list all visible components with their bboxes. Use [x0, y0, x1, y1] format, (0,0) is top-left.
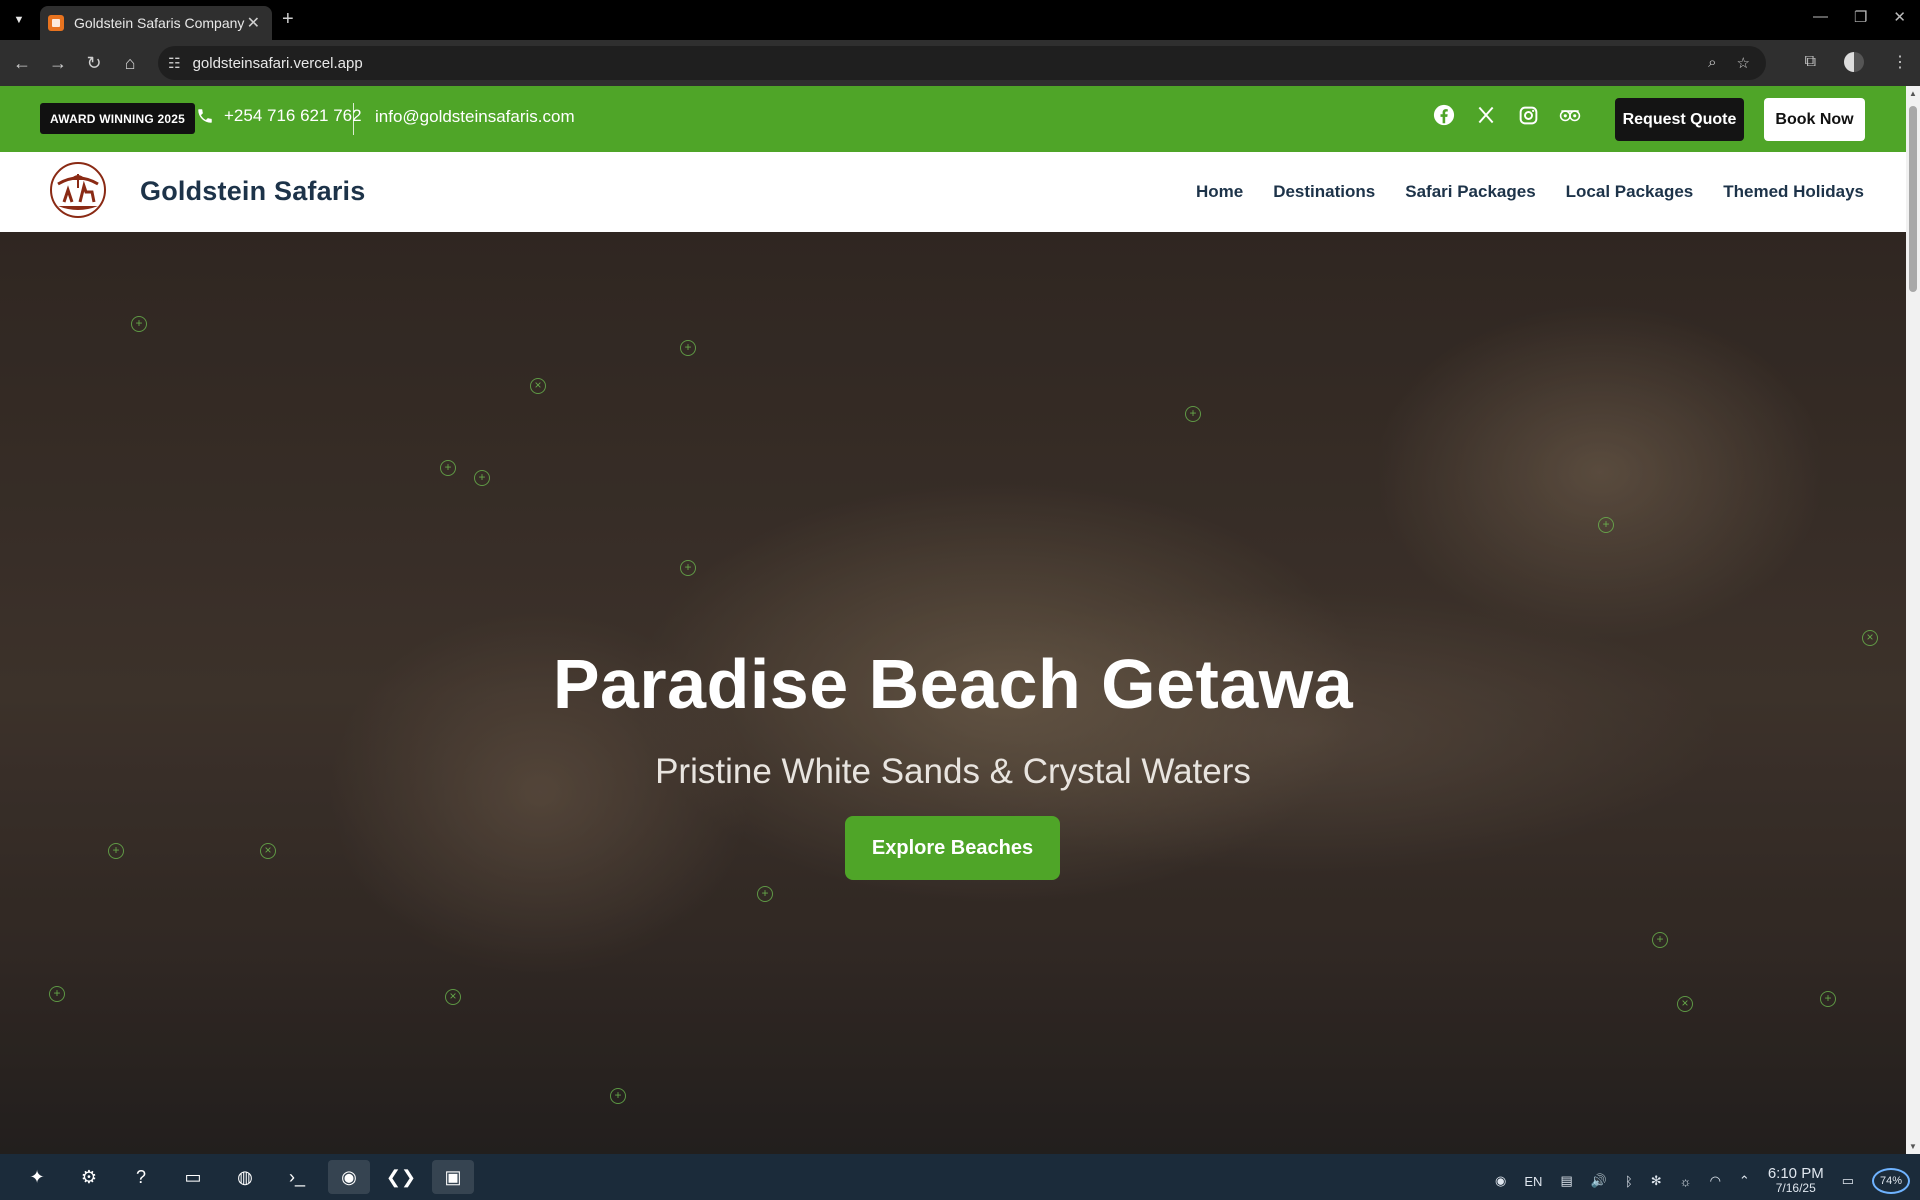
hero-subtitle: Pristine White Sands & Crystal Waters [655, 752, 1251, 791]
reload-icon[interactable]: ↻ [82, 51, 106, 75]
scroll-thumb[interactable] [1909, 106, 1917, 292]
facebook-icon[interactable] [1433, 104, 1455, 126]
sparkle-icon: + [610, 1088, 626, 1104]
terminal-app-icon[interactable]: ›_ [276, 1160, 318, 1194]
brand-logo[interactable] [50, 162, 106, 218]
page-scrollbar[interactable]: ▲ ▼ [1906, 86, 1920, 1154]
home-icon[interactable]: ⌂ [118, 51, 142, 75]
wifi-icon[interactable]: ◠ [1710, 1173, 1721, 1189]
system-tray: ◉ EN ▤ 🔊 ᛒ ✻ ☼ ◠ ⌃ 6:10 PM 7/16/25 ▭ 74% [1495, 1166, 1910, 1196]
files-app-icon[interactable]: ▭ [172, 1160, 214, 1194]
browser-tab-bar: ▼ Goldstein Safaris Company ✕ + — ❐ ✕ [0, 0, 1920, 40]
settings-tray-icon[interactable]: ✻ [1651, 1173, 1662, 1189]
tab-close-icon[interactable]: ✕ [247, 13, 260, 33]
chrome-tray-icon[interactable]: ◉ [1495, 1173, 1506, 1189]
phone-contact[interactable]: +254 716 621 762 [196, 106, 362, 126]
clock-date: 7/16/25 [1775, 1181, 1816, 1195]
zoom-icon[interactable]: ⌕ [1708, 54, 1716, 72]
instagram-icon[interactable] [1517, 104, 1539, 126]
address-bar[interactable]: ☷ goldsteinsafari.vercel.app ⌕ ☆ [158, 46, 1766, 80]
tripadvisor-icon[interactable] [1559, 104, 1581, 126]
sparkle-icon: + [131, 316, 147, 332]
sparkle-icon: + [1598, 517, 1614, 533]
tab-title: Goldstein Safaris Company [74, 15, 245, 31]
browser-toolbar: ← → ↻ ⌂ ☷ goldsteinsafari.vercel.app ⌕ ☆… [0, 40, 1920, 86]
top-info-bar: AWARD WINNING 2025 +254 716 621 762 info… [0, 86, 1906, 152]
help-app-icon[interactable]: ? [120, 1160, 162, 1194]
scroll-down-icon[interactable]: ▼ [1909, 1142, 1917, 1151]
request-quote-button[interactable]: Request Quote [1615, 98, 1744, 141]
os-taskbar: ✦ ⚙ ? ▭ ◍ ›_ ◉ ❮❯ ▣ ◉ EN ▤ 🔊 ᛒ ✻ ☼ ◠ ⌃ 6… [0, 1154, 1920, 1200]
safari-logo-icon [50, 162, 106, 218]
chrome-app-icon[interactable]: ◉ [328, 1160, 370, 1194]
extensions-icon[interactable]: ⧉ [1805, 53, 1816, 71]
nav-item-safari-packages[interactable]: Safari Packages [1405, 182, 1535, 202]
email-link[interactable]: info@goldsteinsafaris.com [375, 107, 575, 127]
scroll-up-icon[interactable]: ▲ [1909, 89, 1917, 98]
sparkle-icon: + [680, 560, 696, 576]
sparkle-icon: + [440, 460, 456, 476]
clock-time: 6:10 PM [1767, 1165, 1824, 1182]
sparkle-icon: × [445, 989, 461, 1005]
phone-number: +254 716 621 762 [224, 106, 362, 125]
bookmark-star-icon[interactable]: ☆ [1737, 54, 1750, 72]
window-close-icon[interactable]: ✕ [1893, 8, 1906, 26]
launcher-icon[interactable]: ✦ [16, 1160, 58, 1194]
sparkle-icon: + [1652, 932, 1668, 948]
clipboard-icon[interactable]: ▤ [1560, 1173, 1572, 1189]
hero-section: + + × + + + + + × + × + + + × × + + Para… [0, 232, 1906, 1154]
language-indicator[interactable]: EN [1524, 1174, 1542, 1189]
explore-beaches-button[interactable]: Explore Beaches [845, 816, 1060, 880]
back-icon[interactable]: ← [10, 51, 34, 75]
contact-divider [353, 103, 354, 135]
brightness-icon[interactable]: ☼ [1680, 1174, 1692, 1189]
brand-name[interactable]: Goldstein Safaris [140, 176, 365, 207]
nav-item-home[interactable]: Home [1196, 182, 1243, 202]
new-tab-icon[interactable]: + [282, 8, 294, 31]
battery-indicator[interactable]: 74% [1872, 1168, 1910, 1194]
sparkle-icon: × [1677, 996, 1693, 1012]
browser-menu-icon[interactable]: ⋮ [1892, 52, 1908, 72]
bluetooth-icon[interactable]: ᛒ [1625, 1174, 1633, 1189]
hero-title: Paradise Beach Getawa [552, 645, 1354, 723]
tab-search-icon[interactable]: ▼ [4, 8, 34, 32]
minimize-icon[interactable]: — [1813, 8, 1828, 26]
clock[interactable]: 6:10 PM 7/16/25 [1768, 1166, 1824, 1196]
main-navbar: Goldstein Safaris Home Destinations Safa… [0, 152, 1906, 232]
vscode-app-icon[interactable]: ❮❯ [380, 1160, 422, 1194]
profile-avatar-icon[interactable] [1844, 52, 1864, 72]
web-app-icon[interactable]: ◍ [224, 1160, 266, 1194]
url-text: goldsteinsafari.vercel.app [192, 54, 363, 72]
phone-icon [198, 109, 212, 123]
sparkle-icon: + [1820, 991, 1836, 1007]
nav-item-themed-holidays[interactable]: Themed Holidays [1723, 182, 1864, 202]
notifications-icon[interactable]: ▭ [1842, 1173, 1854, 1189]
site-favicon-icon [48, 15, 64, 31]
sparkle-icon: + [680, 340, 696, 356]
sparkle-icon: × [260, 843, 276, 859]
window-controls: — ❐ ✕ [1813, 8, 1906, 26]
restore-icon[interactable]: ❐ [1854, 8, 1867, 26]
sparkle-icon: + [757, 886, 773, 902]
sparkle-icon: + [108, 843, 124, 859]
x-icon[interactable] [1475, 104, 1497, 126]
screen-app-icon[interactable]: ▣ [432, 1160, 474, 1194]
browser-tab[interactable]: Goldstein Safaris Company ✕ [40, 6, 272, 40]
award-badge: AWARD WINNING 2025 [40, 103, 195, 134]
volume-icon[interactable]: 🔊 [1591, 1173, 1607, 1189]
tray-expand-icon[interactable]: ⌃ [1739, 1173, 1750, 1189]
sparkle-icon: × [530, 378, 546, 394]
sparkle-icon: + [49, 986, 65, 1002]
sparkle-icon: + [474, 470, 490, 486]
site-info-icon[interactable]: ☷ [168, 55, 181, 72]
nav-menu: Home Destinations Safari Packages Local … [1196, 182, 1864, 202]
forward-icon[interactable]: → [46, 51, 70, 75]
settings-app-icon[interactable]: ⚙ [68, 1160, 110, 1194]
nav-item-destinations[interactable]: Destinations [1273, 182, 1375, 202]
book-now-button[interactable]: Book Now [1764, 98, 1865, 141]
nav-item-local-packages[interactable]: Local Packages [1566, 182, 1694, 202]
sparkle-icon: + [1185, 406, 1201, 422]
page-viewport: AWARD WINNING 2025 +254 716 621 762 info… [0, 86, 1906, 1154]
social-links [1433, 104, 1581, 126]
